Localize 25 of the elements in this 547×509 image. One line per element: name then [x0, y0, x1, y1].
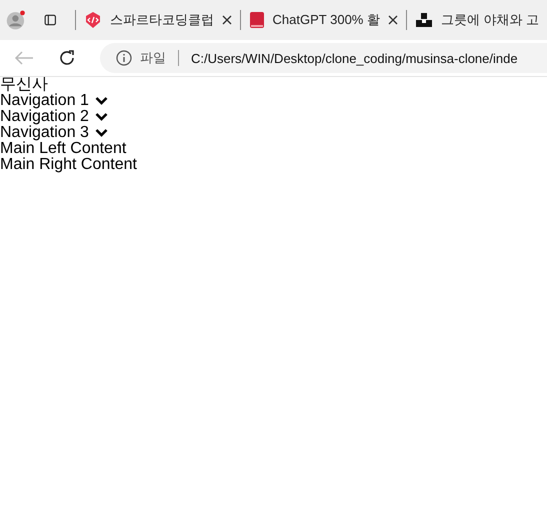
- logo-text: 무신사: [0, 77, 49, 93]
- browser-tab[interactable]: ChatGPT 300% 활: [240, 4, 406, 36]
- book-icon: [248, 11, 265, 29]
- chevron-down-icon[interactable]: [94, 128, 108, 138]
- chevron-down-icon[interactable]: [94, 96, 108, 106]
- content-text: Main Left Content: [0, 141, 128, 157]
- navigation-link[interactable]: Navigation 3: [0, 125, 89, 141]
- scheme-label: 파일: [140, 49, 166, 67]
- navigation-link[interactable]: Navigation 1: [0, 93, 89, 109]
- chevron-down-icon[interactable]: [94, 112, 108, 122]
- close-icon[interactable]: [388, 15, 398, 25]
- tab-title: 그릇에 야채와 고: [440, 11, 539, 29]
- tab-actions-icon[interactable]: [44, 12, 57, 28]
- info-icon[interactable]: [116, 50, 132, 66]
- blocks-icon: [414, 12, 433, 28]
- content-text: Main Right Content: [0, 157, 138, 173]
- tab-title: 스파르타코딩클럽: [110, 11, 214, 29]
- browser-tab[interactable]: 스파르타코딩클럽: [76, 4, 240, 36]
- reload-icon[interactable]: [58, 49, 76, 67]
- close-icon[interactable]: [222, 15, 232, 25]
- browser-tab[interactable]: 그릇에 야채와 고: [406, 4, 547, 36]
- address-bar[interactable]: 파일 C:/Users/WIN/Desktop/clone_coding/musinsa-clone/inde: [100, 43, 547, 73]
- url-text: C:/Users/WIN/Desktop/clone_coding/musinsa-clone/inde: [191, 50, 518, 66]
- tab-title: ChatGPT 300% 활: [272, 11, 380, 29]
- navigation-link[interactable]: Navigation 2: [0, 109, 89, 125]
